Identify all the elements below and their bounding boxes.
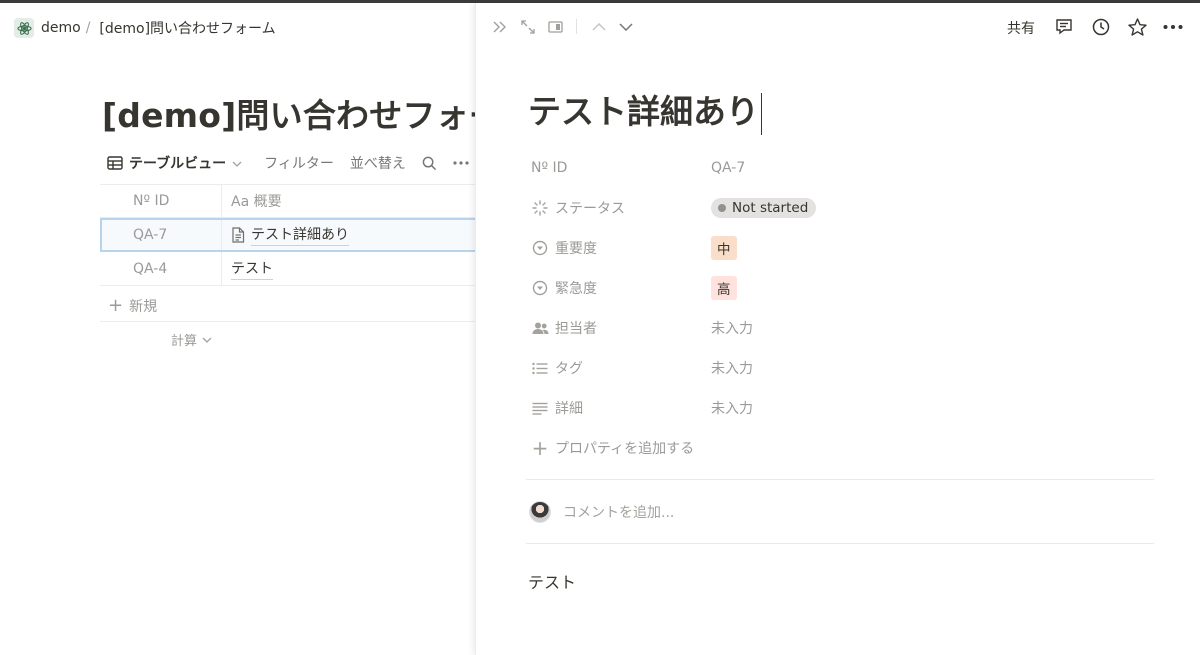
new-row-button[interactable]: + 新規 xyxy=(108,296,157,316)
document-icon xyxy=(231,226,245,243)
database-table: Nº ID Aa 概要 QA-7 テスト詳細あり QA-4 テスト xyxy=(100,184,475,286)
breadcrumb: demo / [demo]問い合わせフォーム xyxy=(14,17,276,39)
property-name: 緊急度 xyxy=(555,281,597,297)
property-value: 未入力 xyxy=(711,321,753,337)
add-property-label: プロパティを追加する xyxy=(555,441,695,457)
more-options-icon[interactable] xyxy=(1162,17,1184,37)
property-name: 詳細 xyxy=(555,401,583,417)
property-name: タグ xyxy=(555,361,583,377)
property-label: タグ xyxy=(531,358,711,378)
people-icon xyxy=(531,322,549,335)
database-title[interactable]: [demo]問い合わせフォー xyxy=(102,89,475,137)
toolbar-divider xyxy=(576,19,577,34)
database-page: demo / [demo]問い合わせフォーム [demo]問い合わせフォー テー… xyxy=(0,3,475,655)
calculate-label: 計算 xyxy=(171,334,198,349)
property-name: Nº ID xyxy=(531,160,568,176)
chevron-down-icon xyxy=(232,157,248,170)
calculate-button[interactable]: 計算 xyxy=(171,330,212,349)
column-header-summary[interactable]: Aa 概要 xyxy=(222,185,475,217)
property-label: 重要度 xyxy=(531,238,711,258)
property-value: 未入力 xyxy=(711,361,753,377)
column-header-id[interactable]: Nº ID xyxy=(100,185,222,217)
text-cursor xyxy=(761,92,762,135)
view-tab-table[interactable]: テーブルビュー xyxy=(107,153,248,173)
chevron-down-icon[interactable] xyxy=(617,17,635,37)
row-title[interactable]: テスト詳細あり xyxy=(251,224,349,246)
share-button[interactable]: 共有 xyxy=(1007,18,1035,38)
status-icon xyxy=(531,200,549,216)
property-row-importance[interactable]: 重要度 中 xyxy=(531,228,1151,268)
property-label: 緊急度 xyxy=(531,278,711,298)
more-options-icon[interactable] xyxy=(453,161,469,165)
property-row-urgency[interactable]: 緊急度 高 xyxy=(531,268,1151,308)
property-value: QA-7 xyxy=(711,160,746,176)
chevron-down-icon xyxy=(202,337,212,343)
plus-icon: + xyxy=(108,295,124,316)
comment-icon[interactable] xyxy=(1053,17,1075,37)
page-title-text[interactable]: テスト詳細あり xyxy=(528,92,759,131)
table-header: Nº ID Aa 概要 xyxy=(100,184,475,218)
list-icon xyxy=(531,362,549,375)
status-dot xyxy=(718,204,726,212)
select-icon xyxy=(531,240,549,256)
property-label: Nº ID xyxy=(531,160,711,176)
row-title[interactable]: テスト xyxy=(231,258,273,280)
table-row[interactable]: QA-7 テスト詳細あり xyxy=(100,218,475,252)
table-footer-divider xyxy=(100,321,475,322)
divider xyxy=(526,479,1154,480)
chevron-up-icon[interactable] xyxy=(590,17,608,37)
side-peek-panel: 共有 テスト詳細あり Nº ID QA-7 ステータス Not started … xyxy=(475,3,1200,655)
view-tab-label: テーブルビュー xyxy=(129,156,227,172)
property-row-assignee[interactable]: 担当者 未入力 xyxy=(531,308,1151,348)
row-summary[interactable]: テスト xyxy=(222,252,475,285)
row-summary[interactable]: テスト詳細あり xyxy=(222,218,475,251)
filter-button[interactable]: フィルター xyxy=(264,153,334,173)
row-id: QA-7 xyxy=(100,218,222,251)
property-label: 詳細 xyxy=(531,398,711,418)
page-body-text[interactable]: テスト xyxy=(528,569,576,593)
property-name: ステータス xyxy=(555,201,625,217)
breadcrumb-workspace[interactable]: demo xyxy=(41,20,81,36)
property-label: 担当者 xyxy=(531,318,711,338)
expand-icon[interactable] xyxy=(519,17,537,37)
table-row[interactable]: QA-4 テスト xyxy=(100,252,475,286)
divider xyxy=(526,543,1154,544)
urgency-tag[interactable]: 高 xyxy=(711,276,737,300)
workspace-atom-icon[interactable] xyxy=(14,18,34,38)
page-title[interactable]: テスト詳細あり xyxy=(528,85,762,135)
property-row-id[interactable]: Nº ID QA-7 xyxy=(531,148,1151,188)
property-list: Nº ID QA-7 ステータス Not started 重要度 中 緊急度 高… xyxy=(531,148,1151,468)
breadcrumb-separator: / xyxy=(85,20,91,36)
sort-button[interactable]: 並べ替え xyxy=(350,153,406,173)
text-icon xyxy=(531,402,549,415)
property-name: 重要度 xyxy=(555,241,597,257)
importance-tag[interactable]: 中 xyxy=(711,236,737,260)
search-icon[interactable] xyxy=(422,156,437,171)
property-row-status[interactable]: ステータス Not started xyxy=(531,188,1151,228)
row-id: QA-4 xyxy=(100,252,222,285)
peek-toolbar: 共有 xyxy=(476,3,1200,49)
property-name: 担当者 xyxy=(555,321,597,337)
property-label: ステータス xyxy=(531,198,711,218)
side-peek-mode-icon[interactable] xyxy=(546,17,564,37)
status-value: Not started xyxy=(732,200,809,216)
table-icon xyxy=(107,156,123,170)
clock-icon[interactable] xyxy=(1090,17,1112,37)
close-peek-icon[interactable] xyxy=(491,17,509,37)
plus-icon: + xyxy=(531,436,549,460)
property-value: 未入力 xyxy=(711,401,753,417)
avatar xyxy=(529,501,551,523)
comment-input[interactable]: コメントを追加... xyxy=(529,501,674,523)
select-icon xyxy=(531,280,549,296)
property-row-tags[interactable]: タグ 未入力 xyxy=(531,348,1151,388)
comment-placeholder: コメントを追加... xyxy=(563,505,675,521)
add-property-button[interactable]: + プロパティを追加する xyxy=(531,428,1151,468)
status-badge[interactable]: Not started xyxy=(711,198,817,218)
breadcrumb-page[interactable]: [demo]問い合わせフォーム xyxy=(99,18,275,38)
property-row-details[interactable]: 詳細 未入力 xyxy=(531,388,1151,428)
new-row-label: 新規 xyxy=(129,299,158,315)
view-toolbar: テーブルビュー フィルター 並べ替え xyxy=(107,151,469,175)
star-icon[interactable] xyxy=(1126,17,1148,37)
